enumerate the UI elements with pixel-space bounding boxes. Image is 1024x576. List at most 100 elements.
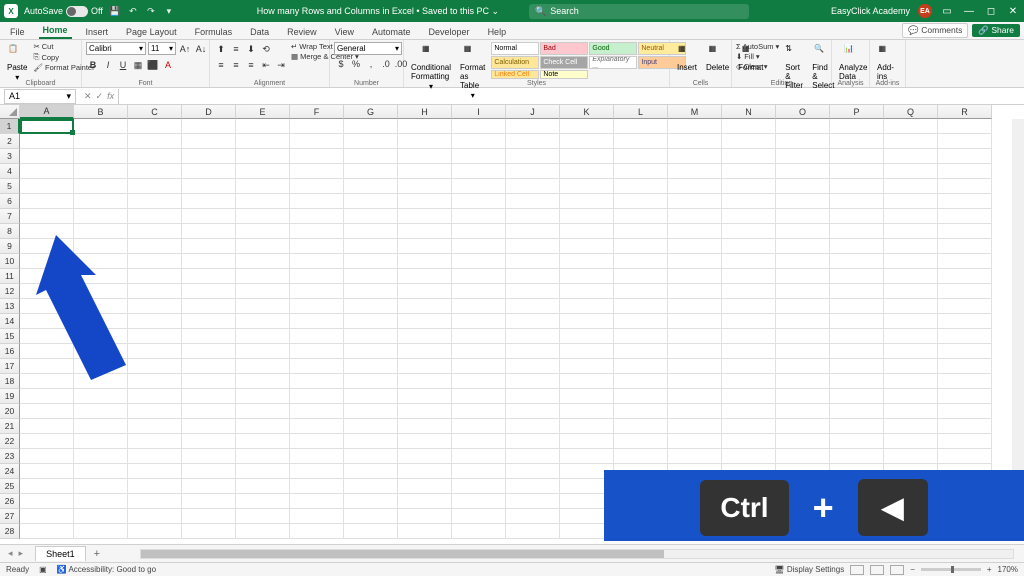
cell[interactable] [74,329,128,344]
cell[interactable] [74,269,128,284]
cell[interactable] [506,194,560,209]
cell[interactable] [398,359,452,374]
row-header[interactable]: 6 [0,194,20,209]
cell[interactable] [722,134,776,149]
cell[interactable] [290,449,344,464]
cell[interactable] [344,254,398,269]
cell[interactable] [722,254,776,269]
cell[interactable] [74,434,128,449]
cell[interactable] [830,179,884,194]
cell[interactable] [128,464,182,479]
cell[interactable] [776,434,830,449]
cell[interactable] [722,119,776,134]
cell[interactable] [452,194,506,209]
cell[interactable] [74,119,128,134]
sheet-nav-next-icon[interactable]: ▸ [19,548,24,559]
zoom-level[interactable]: 170% [998,565,1018,574]
cell[interactable] [614,314,668,329]
cell[interactable] [452,464,506,479]
column-header[interactable]: L [614,105,668,119]
tab-automate[interactable]: Automate [368,25,415,39]
cell[interactable] [506,434,560,449]
cell[interactable] [884,374,938,389]
cell[interactable] [506,224,560,239]
cell[interactable] [74,404,128,419]
cell[interactable] [830,224,884,239]
cell[interactable] [938,239,992,254]
cell[interactable] [20,224,74,239]
cell[interactable] [776,269,830,284]
cell[interactable] [290,404,344,419]
cell[interactable] [20,374,74,389]
addins-button[interactable]: ▦Add-ins [874,42,901,83]
cell[interactable] [128,209,182,224]
cell[interactable] [938,164,992,179]
cell[interactable] [506,134,560,149]
cell[interactable] [614,224,668,239]
cell[interactable] [182,224,236,239]
cell[interactable] [344,269,398,284]
cell[interactable] [506,494,560,509]
column-header[interactable]: J [506,105,560,119]
cell[interactable] [830,374,884,389]
cell[interactable] [290,344,344,359]
cell[interactable] [884,434,938,449]
cell[interactable] [236,359,290,374]
cell[interactable] [722,299,776,314]
cell[interactable] [452,254,506,269]
cell[interactable] [398,374,452,389]
cell[interactable] [452,179,506,194]
cell[interactable] [182,134,236,149]
cell[interactable] [452,224,506,239]
cell[interactable] [128,524,182,539]
cell[interactable] [884,284,938,299]
cell[interactable] [344,464,398,479]
cell[interactable] [722,419,776,434]
maximize-icon[interactable]: ◻ [984,4,998,18]
cell[interactable] [830,434,884,449]
cell[interactable] [128,164,182,179]
cell[interactable] [452,134,506,149]
cell[interactable] [182,479,236,494]
cell[interactable] [614,389,668,404]
cell[interactable] [668,119,722,134]
cell[interactable] [20,209,74,224]
cell[interactable] [398,149,452,164]
cell[interactable] [74,149,128,164]
cell[interactable] [506,374,560,389]
cell[interactable] [938,269,992,284]
cell[interactable] [668,284,722,299]
cell[interactable] [344,179,398,194]
cell[interactable] [506,344,560,359]
cell[interactable] [344,314,398,329]
cell[interactable] [398,254,452,269]
autosave-toggle[interactable]: AutoSave Off [24,6,103,17]
cell[interactable] [290,359,344,374]
cell[interactable] [452,314,506,329]
cell[interactable] [614,419,668,434]
paste-button[interactable]: 📋Paste▾ [4,42,30,84]
cell[interactable] [560,209,614,224]
cell[interactable] [668,404,722,419]
cell[interactable] [128,449,182,464]
cell[interactable] [668,149,722,164]
cell[interactable] [830,269,884,284]
cell[interactable] [668,254,722,269]
cell[interactable] [506,449,560,464]
cell[interactable] [776,284,830,299]
minimize-icon[interactable]: — [962,4,976,18]
row-header[interactable]: 5 [0,179,20,194]
cell[interactable] [74,494,128,509]
cell[interactable] [20,449,74,464]
cell[interactable] [344,329,398,344]
cell[interactable] [128,314,182,329]
cell[interactable] [668,194,722,209]
cell[interactable] [452,389,506,404]
cell[interactable] [290,314,344,329]
cell[interactable] [74,464,128,479]
tab-file[interactable]: File [6,25,29,39]
cell[interactable] [506,509,560,524]
cell[interactable] [182,209,236,224]
cell[interactable] [398,494,452,509]
cell[interactable] [668,299,722,314]
